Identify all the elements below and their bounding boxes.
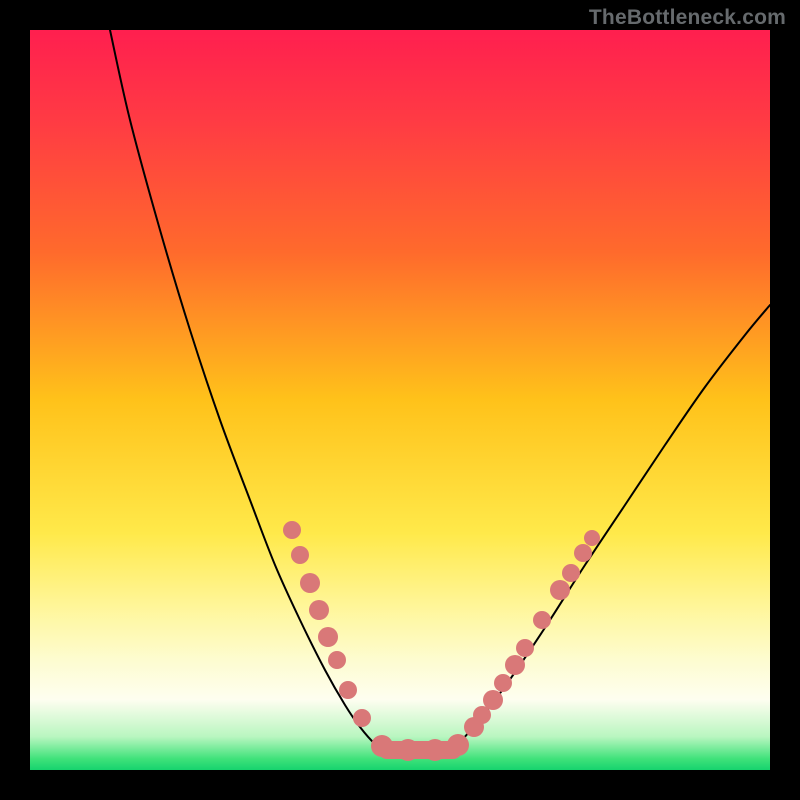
data-marker [447, 734, 469, 756]
data-marker [574, 544, 592, 562]
data-marker [300, 573, 320, 593]
data-marker [494, 674, 512, 692]
data-marker [371, 735, 393, 757]
data-marker [309, 600, 329, 620]
data-marker [397, 739, 419, 761]
data-marker [483, 690, 503, 710]
brand-watermark: TheBottleneck.com [589, 6, 786, 30]
data-marker [424, 739, 446, 761]
data-marker [550, 580, 570, 600]
chart-frame: TheBottleneck.com [0, 0, 800, 800]
plot-area [30, 30, 770, 770]
data-marker [516, 639, 534, 657]
data-marker [533, 611, 551, 629]
data-marker [584, 530, 600, 546]
chart-svg [30, 30, 770, 770]
data-marker [339, 681, 357, 699]
data-marker [505, 655, 525, 675]
data-marker [328, 651, 346, 669]
data-marker [283, 521, 301, 539]
data-marker [562, 564, 580, 582]
data-marker [353, 709, 371, 727]
data-marker [291, 546, 309, 564]
data-marker [318, 627, 338, 647]
gradient-background [30, 30, 770, 770]
